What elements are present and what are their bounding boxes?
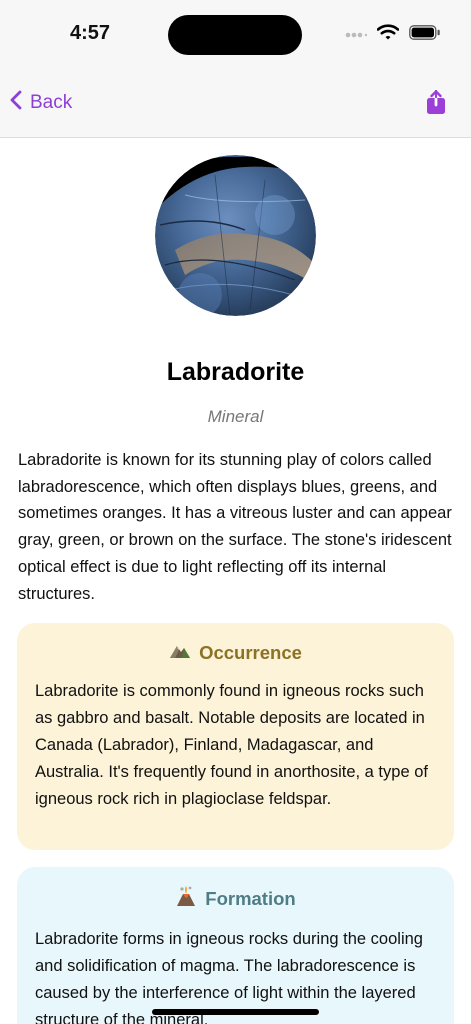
occurrence-header: Occurrence: [35, 641, 436, 664]
battery-icon: [409, 24, 441, 45]
volcano-icon: [175, 885, 197, 912]
cellular-signal-icon: [345, 26, 368, 44]
mountain-icon: [169, 641, 191, 664]
formation-title: Formation: [205, 887, 296, 909]
back-button[interactable]: Back: [10, 90, 72, 116]
mineral-image: [155, 155, 316, 316]
occurrence-card: Occurrence Labradorite is commonly found…: [17, 623, 454, 850]
dynamic-island: [168, 15, 302, 55]
wifi-icon: [376, 24, 400, 45]
status-icons: [345, 24, 441, 45]
mineral-title: Labradorite: [166, 358, 305, 386]
chevron-left-icon: [10, 90, 22, 116]
share-button[interactable]: [427, 89, 445, 119]
home-indicator[interactable]: [152, 1009, 319, 1015]
mineral-category: Mineral: [207, 407, 264, 426]
mineral-description: Labradorite is known for its stunning pl…: [18, 451, 452, 603]
navigation-bar: Back: [0, 70, 471, 138]
status-time: 4:57: [70, 22, 111, 44]
back-label: Back: [30, 92, 73, 113]
occurrence-title: Occurrence: [199, 641, 302, 663]
formation-card: Formation Labradorite forms in igneous r…: [17, 867, 454, 1024]
formation-header: Formation: [35, 885, 436, 912]
share-icon: [427, 89, 445, 118]
occurrence-body: Labradorite is commonly found in igneous…: [35, 682, 428, 808]
status-bar: 4:57: [0, 0, 471, 70]
